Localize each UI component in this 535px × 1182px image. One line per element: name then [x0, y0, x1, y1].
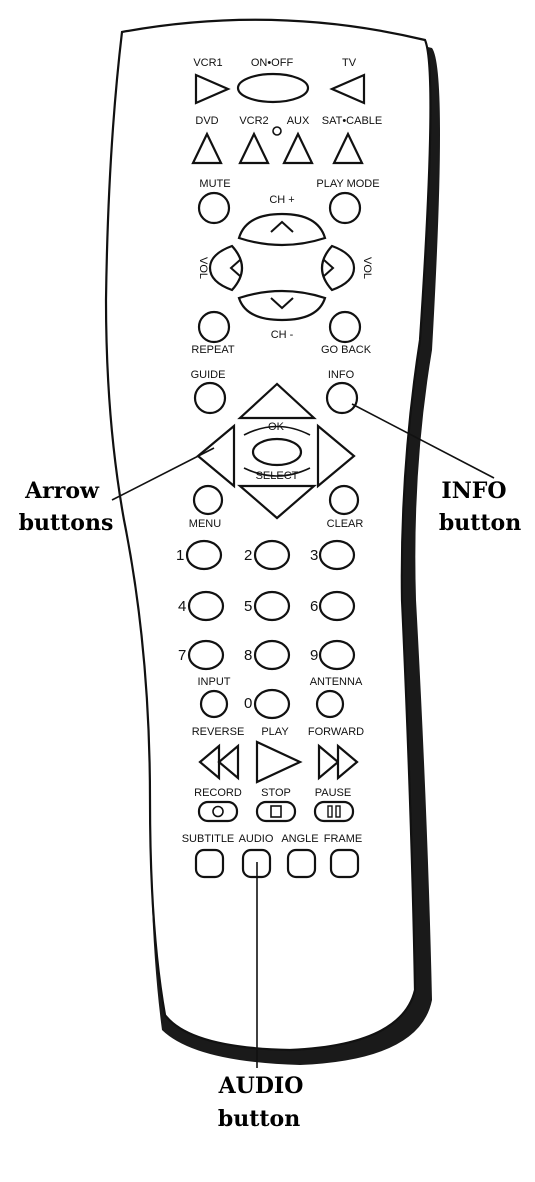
frame-button[interactable]	[329, 848, 360, 879]
digit-1-label: 1	[176, 547, 184, 564]
aux-label: AUX	[287, 115, 310, 127]
antenna-button[interactable]	[315, 689, 345, 719]
menu-button[interactable]	[192, 484, 224, 516]
info-button[interactable]	[325, 381, 359, 415]
remote-body	[104, 18, 432, 1052]
arrow-buttons-callout-line1: Arrow	[24, 478, 100, 504]
digit-5-button[interactable]	[253, 590, 291, 622]
ch-minus-label: CH -	[271, 329, 294, 341]
guide-button[interactable]	[193, 381, 227, 415]
arrow-buttons-callout-line2: buttons	[19, 510, 114, 536]
antenna-label: ANTENNA	[310, 676, 363, 688]
select-label: SELECT	[256, 470, 299, 482]
input-button[interactable]	[199, 689, 229, 719]
remote-illustration: VCR1 ON•OFF TV DVD VCR2 AUX SAT•CABLE MU…	[19, 18, 521, 1132]
digit-6-label: 6	[310, 598, 318, 615]
digit-4-button[interactable]	[187, 590, 225, 622]
vol-right-label: VOL	[361, 257, 373, 279]
digit-3-button[interactable]	[318, 539, 356, 571]
digit-1-button[interactable]	[185, 539, 223, 571]
play-label: PLAY	[261, 726, 289, 738]
record-button[interactable]	[197, 800, 239, 823]
digit-8-button[interactable]	[253, 639, 291, 671]
vol-left-label: VOL	[197, 257, 209, 279]
on-off-label: ON•OFF	[251, 57, 294, 69]
digit-3-label: 3	[310, 547, 318, 564]
forward-label: FORWARD	[308, 726, 364, 738]
digit-0-button[interactable]	[253, 688, 291, 720]
digit-7-label: 7	[178, 647, 186, 664]
digit-5-label: 5	[244, 598, 252, 615]
digit-2-label: 2	[244, 547, 252, 564]
info-button-callout-line1: INFO	[441, 478, 506, 504]
subtitle-label: SUBTITLE	[182, 833, 235, 845]
on-off-button[interactable]	[236, 72, 310, 104]
play-mode-button[interactable]	[328, 191, 362, 225]
audio-button-callout-line2: button	[218, 1106, 300, 1132]
pause-button[interactable]	[313, 800, 355, 823]
go-back-label: GO BACK	[321, 344, 372, 356]
info-button-callout-line2: button	[439, 510, 521, 536]
pause-label: PAUSE	[315, 787, 351, 799]
menu-label: MENU	[189, 518, 221, 530]
go-back-button[interactable]	[328, 310, 362, 344]
mute-button[interactable]	[197, 191, 231, 225]
repeat-button[interactable]	[197, 310, 231, 344]
angle-label: ANGLE	[281, 833, 318, 845]
audio-button-callout-line1: AUDIO	[218, 1073, 304, 1099]
digit-2-button[interactable]	[253, 539, 291, 571]
digit-0-label: 0	[244, 695, 252, 712]
repeat-label: REPEAT	[191, 344, 234, 356]
ok-label: OK	[268, 421, 285, 433]
ch-plus-label: CH +	[269, 194, 294, 206]
sat-cable-label: SAT•CABLE	[322, 115, 383, 127]
info-label: INFO	[328, 369, 355, 381]
indicator-light	[272, 126, 282, 136]
digit-9-label: 9	[310, 647, 318, 664]
stop-button[interactable]	[255, 800, 297, 823]
frame-label: FRAME	[324, 833, 363, 845]
digit-8-label: 8	[244, 647, 252, 664]
play-mode-label: PLAY MODE	[316, 178, 379, 190]
record-label: RECORD	[194, 787, 242, 799]
digit-4-label: 4	[178, 598, 186, 615]
remote-diagram: VCR1 ON•OFF TV DVD VCR2 AUX SAT•CABLE MU…	[0, 0, 535, 1182]
guide-label: GUIDE	[191, 369, 226, 381]
clear-button[interactable]	[328, 484, 360, 516]
mute-label: MUTE	[199, 178, 230, 190]
subtitle-button[interactable]	[194, 848, 225, 879]
audio-label: AUDIO	[239, 833, 274, 845]
input-label: INPUT	[198, 676, 231, 688]
ok-button[interactable]	[251, 437, 303, 467]
digit-9-button[interactable]	[318, 639, 356, 671]
stop-label: STOP	[261, 787, 291, 799]
angle-button[interactable]	[286, 848, 317, 879]
reverse-label: REVERSE	[192, 726, 245, 738]
digit-7-button[interactable]	[187, 639, 225, 671]
digit-6-button[interactable]	[318, 590, 356, 622]
dvd-label: DVD	[195, 115, 218, 127]
vcr1-label: VCR1	[193, 57, 222, 69]
clear-label: CLEAR	[327, 518, 364, 530]
vcr2-label: VCR2	[239, 115, 268, 127]
tv-label: TV	[342, 57, 357, 69]
